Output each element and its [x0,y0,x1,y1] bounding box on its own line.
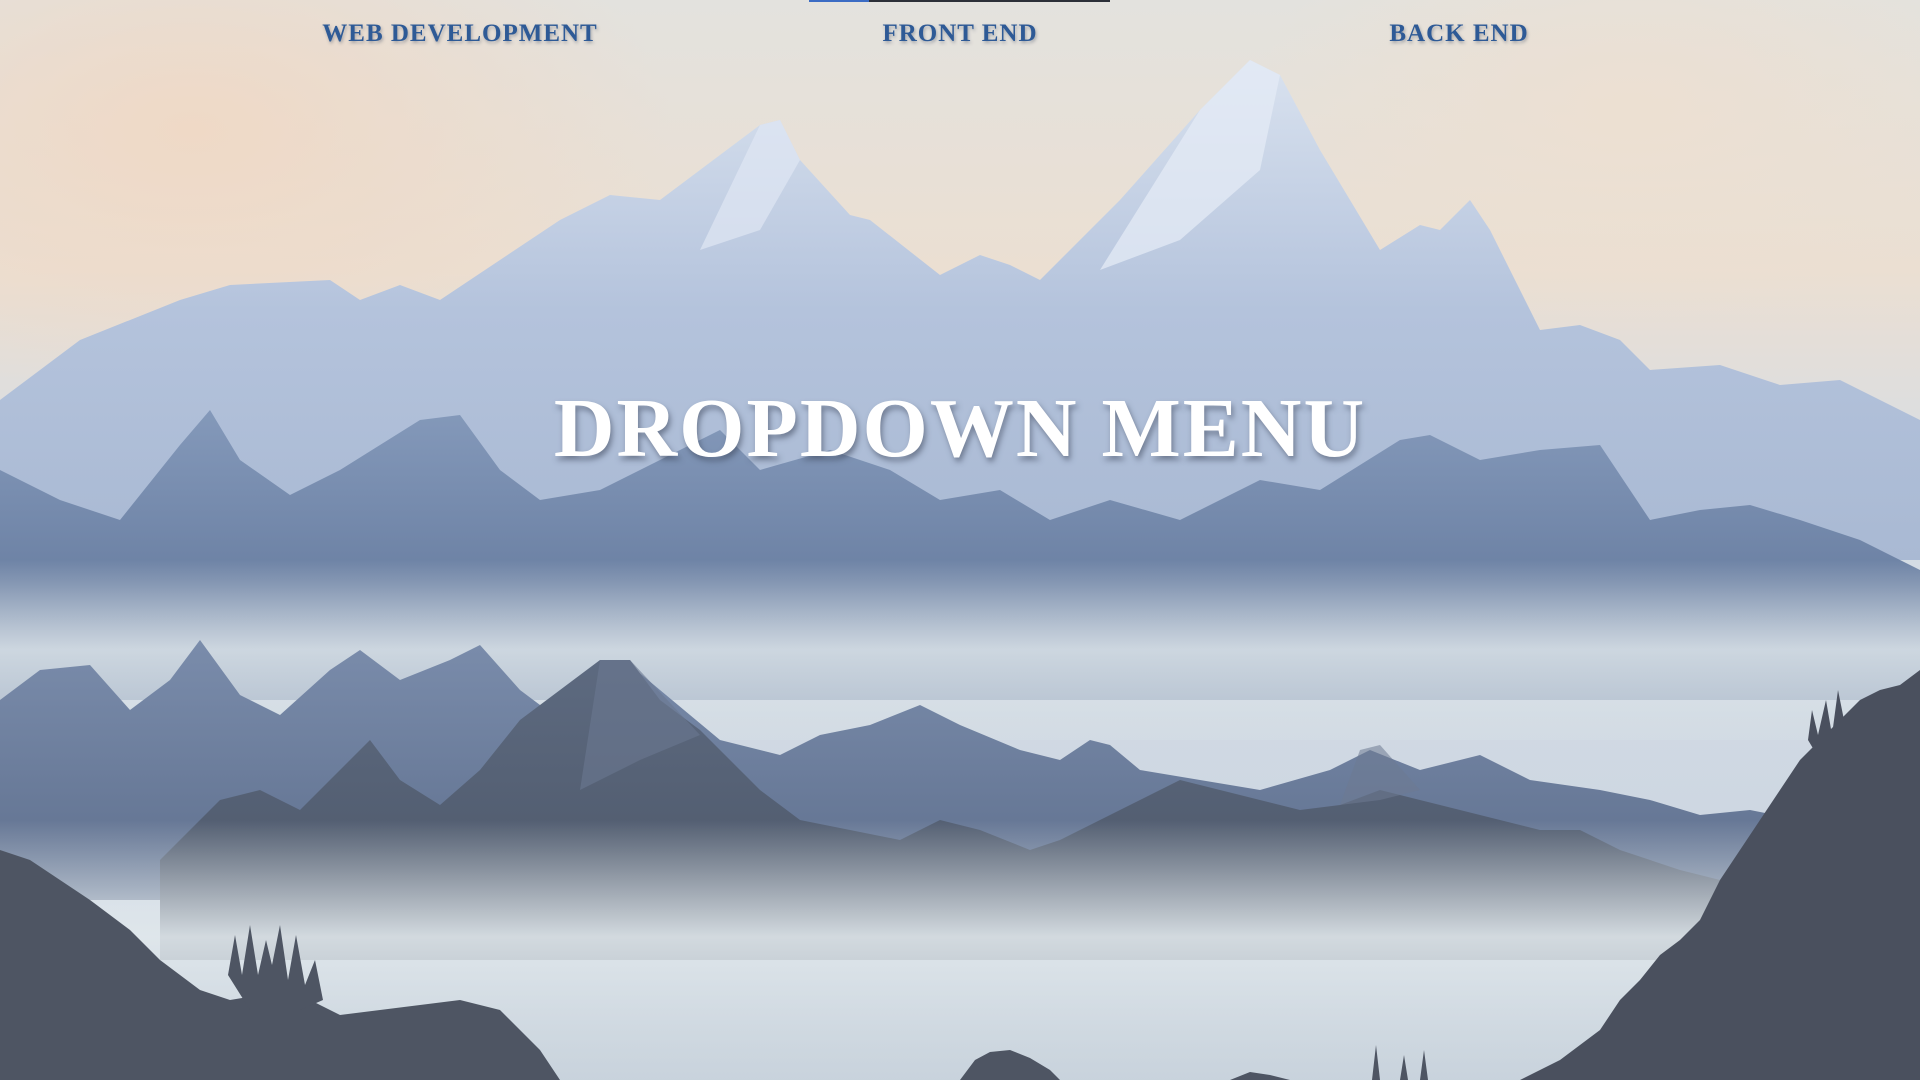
nav-item-back-end[interactable]: BACK END [1389,20,1528,48]
active-indicator-accent [809,0,869,2]
nav-item-front-end[interactable]: FRONT END [882,20,1037,48]
nav-item-web-development[interactable]: WEB DEVELOPMENT [322,20,597,48]
mountain-background [0,0,1920,1080]
active-indicator [809,0,1110,2]
top-navigation: WEB DEVELOPMENT FRONT END BACK END [0,0,1920,80]
page-title: DROPDOWN MENU [553,382,1367,475]
